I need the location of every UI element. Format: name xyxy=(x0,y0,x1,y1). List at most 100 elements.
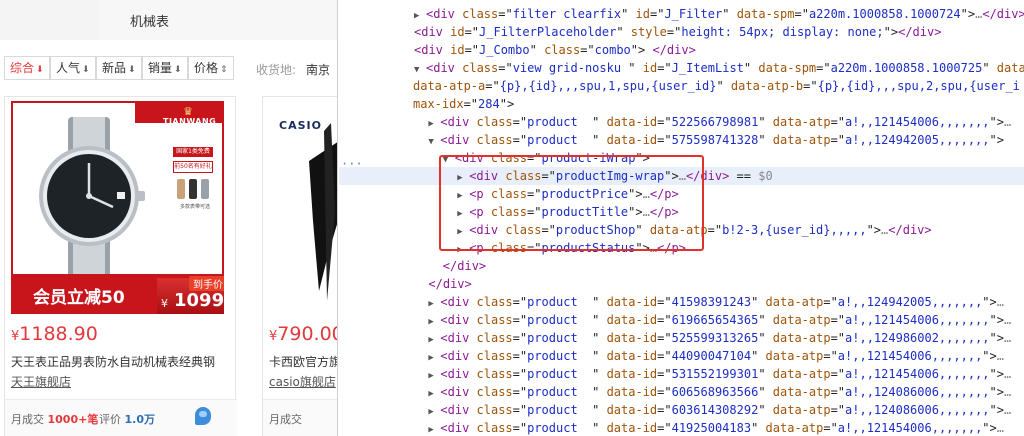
dom-node-line[interactable]: ▶ <div class="productShop" data-atp="b!2… xyxy=(339,221,1024,239)
dom-node-line[interactable]: ▶ <div class="product " data-id="6036143… xyxy=(339,401,1024,419)
token-at: class xyxy=(462,61,499,75)
token-at: class xyxy=(476,331,513,345)
token-val: {p},{id},,,spu,1,spu,{user_id} xyxy=(499,79,717,93)
sort-price[interactable]: 价格 ⇕ xyxy=(188,56,234,80)
token-pl: =" xyxy=(512,331,528,345)
sort-sales[interactable]: 销量 ⬇ xyxy=(142,56,188,80)
token-val: productStatus xyxy=(541,241,636,255)
dom-node-line[interactable]: data-atp-a="{p},{id},,,spu,1,spu,{user_i… xyxy=(339,77,1024,95)
review-count[interactable]: 评价 1.0万 xyxy=(99,411,155,427)
dom-node-line[interactable]: ▼ <div class="product-iWrap"> xyxy=(339,149,1024,167)
token-pl: =" xyxy=(512,313,528,327)
monthly-sales: 月成交 1000+笔 xyxy=(11,411,98,427)
tab-previous[interactable] xyxy=(0,0,98,40)
token-pl: =" xyxy=(830,367,846,381)
dom-node-line[interactable]: ▶ <div class="product " data-id="6065689… xyxy=(339,383,1024,401)
token-pl: " xyxy=(722,7,737,21)
token-val: a!,,121454006,,,,,,, xyxy=(845,313,990,327)
dom-node-line[interactable]: ▶ <div class="productImg-wrap">…</div> =… xyxy=(339,167,1024,185)
price-value: 1188.90 xyxy=(19,323,98,345)
strap-sample xyxy=(201,179,209,199)
token-at: data-id xyxy=(606,367,658,381)
token-pl: =" xyxy=(512,295,528,309)
token-val: 41598391243 xyxy=(671,295,752,309)
dom-node-line[interactable]: ▶ <div class="product " data-id="4192500… xyxy=(339,419,1024,436)
location-value[interactable]: 南京 xyxy=(306,61,330,78)
product-shop-link[interactable]: 天王旗舰店 xyxy=(11,373,71,390)
product-shop-link[interactable]: casio旗舰店 xyxy=(269,373,336,390)
sort-arrow-icon: ⇕ xyxy=(220,65,228,75)
tab-mechanical-watch[interactable]: 机械表 xyxy=(98,0,337,40)
dom-node-line[interactable]: ▶ <div class="product " data-id="5315521… xyxy=(339,365,1024,383)
token-pl: "> xyxy=(866,223,882,237)
product-card[interactable]: CASIO ¥790.00 卡西欧官方旗舰店 casio旗舰店 月成交 xyxy=(262,96,337,436)
token-at: class xyxy=(490,205,527,219)
token-pl: " xyxy=(635,223,650,237)
token-val: product xyxy=(527,295,593,309)
token-val: J_Combo xyxy=(479,43,530,57)
token-at: class xyxy=(476,133,513,147)
token-pl: =" xyxy=(830,385,846,399)
gift-badge: 前50名有好礼 xyxy=(173,161,213,173)
token-at: data-id xyxy=(606,385,658,399)
product-title[interactable]: 天王表正品男表防水自动机械表经典钢 xyxy=(11,353,231,370)
strap-note: 多款表带可选 xyxy=(179,204,210,210)
token-pl: =" xyxy=(823,421,838,435)
expand-triangle-icon[interactable]: ▶ xyxy=(428,421,440,436)
promo-badge: 国家1类免费 xyxy=(173,147,213,157)
token-val: a!,,124086006,,,,,,, xyxy=(845,385,990,399)
token-tag: <div xyxy=(440,295,477,309)
token-val: product xyxy=(527,313,593,327)
token-at: class xyxy=(476,295,513,309)
dom-node-line[interactable]: ▶ <p class="productPrice">…</p> xyxy=(339,185,1024,203)
token-pl: =" xyxy=(498,7,513,21)
dom-node-line[interactable]: ▶ <div class="product " data-id="5255993… xyxy=(339,329,1024,347)
dom-node-line[interactable]: ▶ <div class="product " data-id="6196656… xyxy=(339,311,1024,329)
token-val: product xyxy=(527,349,593,363)
dom-node-line[interactable]: ▶ <div class="product " data-id="4159839… xyxy=(339,293,1024,311)
dom-node-line[interactable]: ▶ <div class="product " data-id="4409004… xyxy=(339,347,1024,365)
dom-node-line[interactable]: ▼ <div class="product " data-id="5755987… xyxy=(339,131,1024,149)
token-pl: "> xyxy=(982,295,997,309)
sort-popularity[interactable]: 人气 ⬇ xyxy=(50,56,96,80)
dom-node-line[interactable]: </div> xyxy=(339,257,1024,275)
dom-node-line[interactable]: ▼ <div class="view grid-nosku " id="J_It… xyxy=(339,59,1024,77)
sort-new[interactable]: 新品 ⬇ xyxy=(96,56,142,80)
dom-node-line[interactable]: </div> xyxy=(339,275,1024,293)
devtools-elements-panel[interactable]: ▶ <div class="filter clearfix" id="J_Fil… xyxy=(339,0,1024,436)
token-val: J_FilterPlaceholder xyxy=(479,25,617,39)
more-actions-icon[interactable]: ··· xyxy=(341,157,363,171)
token-tag: <p xyxy=(469,241,491,255)
product-image[interactable]: CASIO xyxy=(269,101,337,314)
token-dim: … xyxy=(1003,313,1012,327)
token-at: class xyxy=(476,313,513,327)
dom-node-line[interactable]: <div id="J_FilterPlaceholder" style="hei… xyxy=(339,23,1024,41)
dom-node-line[interactable]: max-idx="284"> xyxy=(339,95,1024,113)
token-val: height: 54px; display: none; xyxy=(681,25,884,39)
dom-node-line[interactable]: <div id="J_Combo" class="combo"> </div> xyxy=(339,41,1024,59)
token-at: id xyxy=(635,7,650,21)
token-pl: =" xyxy=(512,421,528,435)
watch-image xyxy=(39,117,145,277)
token-val: a!,,124942005,,,,,,, xyxy=(837,295,983,309)
dom-node-line[interactable]: ▶ <p class="productStatus">…</p> xyxy=(339,239,1024,257)
sort-arrow-icon: ⬇ xyxy=(36,65,44,75)
review-value: 1.0万 xyxy=(124,413,156,426)
promo-text: 会员立减50 xyxy=(33,288,125,308)
token-pl: =" xyxy=(830,313,846,327)
token-val: product xyxy=(527,331,593,345)
token-pl: " xyxy=(743,61,759,75)
product-image[interactable]: ♛ TIANWANG 官方旗舰店 国家1类免费 前50名有好礼 多款表带可选 会… xyxy=(11,101,224,314)
product-title[interactable]: 卡西欧官方旗舰店 xyxy=(269,353,337,370)
category-tab-strip: 机械表 xyxy=(0,0,337,40)
sort-default[interactable]: 综合 ⬇ xyxy=(4,56,50,80)
token-pl: "> xyxy=(989,331,1004,345)
token-at: data-id xyxy=(606,133,658,147)
dom-node-line[interactable]: ▶ <div class="filter clearfix" id="J_Fil… xyxy=(339,5,1024,23)
product-card[interactable]: ♛ TIANWANG 官方旗舰店 国家1类免费 前50名有好礼 多款表带可选 会… xyxy=(4,96,237,436)
token-tag: <div xyxy=(426,7,463,21)
dom-node-line[interactable]: ▶ <p class="productTitle">…</p> xyxy=(339,203,1024,221)
dom-node-line[interactable]: ▶ <div class="product " data-id="5225667… xyxy=(339,113,1024,131)
chat-icon[interactable] xyxy=(195,407,211,425)
token-val: a!,,124942005,,,,,,, xyxy=(845,133,990,147)
